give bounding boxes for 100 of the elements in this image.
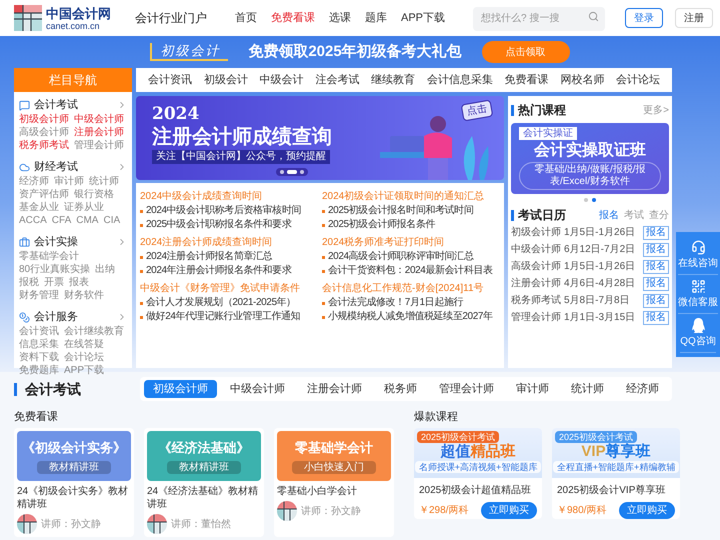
course-card[interactable]: 零基础学会计 小白快速入门 零基础小白学会计 讲师：孙文静 xyxy=(274,428,394,537)
signup-link[interactable]: 报名 xyxy=(643,226,669,240)
news-link[interactable]: 会计法完成修改！7月1日起施行 xyxy=(328,296,464,310)
subsection-title[interactable]: 免费看课 xyxy=(14,408,394,426)
category-link[interactable]: 资料下载 xyxy=(19,351,59,364)
claim-button[interactable]: 点击领取 xyxy=(482,41,570,63)
category-link[interactable]: 免费题库 xyxy=(19,364,59,377)
category-link[interactable]: 银行资格 xyxy=(74,188,114,201)
news-link[interactable]: 2025中级会计职称报名条件和要求 xyxy=(146,218,292,232)
nav-link[interactable]: 题库 xyxy=(365,10,387,26)
service-label[interactable]: 微信客服 xyxy=(678,296,718,309)
channel-tab[interactable]: 会计论坛 xyxy=(616,72,660,88)
news-link[interactable]: 小规模纳税人减免增值税延续至2027年 xyxy=(328,310,493,324)
click-tag[interactable]: 点击 xyxy=(460,100,494,122)
category-link[interactable]: 会计论坛 xyxy=(64,351,104,364)
news-heading[interactable]: 2024初级会计证领取时间的通知汇总 xyxy=(322,189,500,204)
section-title[interactable]: 会计考试 xyxy=(34,96,78,114)
exam-tab[interactable]: 初级会计师 xyxy=(144,380,217,398)
calendar-tab[interactable]: 报名 xyxy=(599,208,619,222)
channel-tab[interactable]: 初级会计 xyxy=(204,72,248,88)
news-link[interactable]: 2024年注册会计师报名条件和要求 xyxy=(146,264,292,278)
category-link[interactable]: 经济师 xyxy=(19,175,49,188)
category-link[interactable]: 基金从业 xyxy=(19,201,59,214)
category-link[interactable]: CIA xyxy=(103,214,120,227)
nav-link[interactable]: APP下载 xyxy=(401,10,446,26)
category-link[interactable]: 统计师 xyxy=(89,175,119,188)
news-link[interactable]: 2024注册会计师报名简章汇总 xyxy=(146,250,272,264)
news-link[interactable]: 2024高级会计师职称评审时间汇总 xyxy=(328,250,474,264)
course-card[interactable]: 2025初级会计考试 VIP尊享班 全程直播+智能题库+精编教辅 2025初级会计VIP尊享班 ￥980/两科 立即购买 xyxy=(552,428,680,519)
category-link[interactable]: 会计资讯 xyxy=(19,325,59,338)
category-link[interactable]: 高级会计师 xyxy=(19,126,69,139)
section-title[interactable]: 会计实操 xyxy=(34,234,78,250)
news-heading[interactable]: 2024注册会计师成绩查询时间 xyxy=(140,235,318,250)
exam-tab[interactable]: 统计师 xyxy=(562,380,613,398)
exam-tab[interactable]: 税务师 xyxy=(375,380,426,398)
news-link[interactable]: 2024中级会计职称考后资格审核时间 xyxy=(146,204,302,218)
buy-button[interactable]: 立即购买 xyxy=(481,502,537,519)
signup-link[interactable]: 报名 xyxy=(643,260,669,274)
signup-link[interactable]: 报名 xyxy=(643,310,669,324)
more-link[interactable]: 更多> xyxy=(643,102,669,118)
category-link[interactable]: 信息采集 xyxy=(19,338,59,351)
promo-banner[interactable]: 初级会计 免费领取2025年初级备考大礼包 点击领取 xyxy=(14,36,706,68)
category-link[interactable]: 财务软件 xyxy=(64,289,104,302)
course-banner[interactable]: 会计实操证 会计实操取证班 零基础/出纳/做账/报税/报表/Excel/财务软件 xyxy=(511,123,669,194)
search-icon[interactable] xyxy=(588,11,600,22)
calendar-tab[interactable]: 查分 xyxy=(649,208,669,222)
nav-link[interactable]: 选课 xyxy=(329,10,351,26)
category-link[interactable]: 审计师 xyxy=(54,175,84,188)
category-link[interactable]: 出纳 xyxy=(95,263,116,276)
category-link[interactable]: 证券从业 xyxy=(64,201,104,214)
news-heading[interactable]: 2024中级会计成绩查询时间 xyxy=(140,189,318,204)
exam-tab[interactable]: 中级会计师 xyxy=(221,380,294,398)
category-link[interactable]: APP下载 xyxy=(64,364,104,377)
buy-button[interactable]: 立即购买 xyxy=(619,502,675,519)
category-link[interactable]: 报表 xyxy=(69,276,89,289)
calendar-tab[interactable]: 考试 xyxy=(624,208,644,222)
headset-icon[interactable] xyxy=(690,240,706,255)
channel-tab[interactable]: 中级会计 xyxy=(260,72,304,88)
news-link[interactable]: 做好24年代理记账行业管理工作通知 xyxy=(146,310,300,324)
exam-tab[interactable]: 审计师 xyxy=(507,380,558,398)
category-link[interactable]: 开票 xyxy=(44,276,64,289)
news-link[interactable]: 会计干货资料包：2024最新会计科目表 xyxy=(328,264,493,278)
category-link[interactable]: 中级会计师 xyxy=(74,113,124,126)
category-link[interactable]: 税务师考试 xyxy=(19,139,69,152)
category-link[interactable]: 80行业真账实操 xyxy=(19,263,90,276)
category-link[interactable]: 管理会计师 xyxy=(74,139,124,152)
channel-tab[interactable]: 免费看课 xyxy=(504,72,548,88)
news-link[interactable]: 2025初级会计报名时间和考试时间 xyxy=(328,204,474,218)
signup-link[interactable]: 报名 xyxy=(643,242,669,256)
penguin-icon[interactable] xyxy=(690,318,706,333)
category-link[interactable]: CMA xyxy=(76,214,98,227)
category-link[interactable]: 零基础学会计 xyxy=(19,250,79,263)
service-label[interactable]: 在线咨询 xyxy=(678,257,718,270)
course-card[interactable]: 《初级会计实务》 教材精讲班 24《初级会计实务》教材精讲班 讲师：孙文静 xyxy=(14,428,134,537)
service-label[interactable]: QQ咨询 xyxy=(680,335,716,348)
login-button[interactable]: 登录 xyxy=(625,8,664,28)
category-link[interactable]: 初级会计师 xyxy=(19,113,69,126)
news-link[interactable]: 2025初级会计师报名条件 xyxy=(328,218,436,232)
news-heading[interactable]: 中级会计《财务管理》免试申请条件 xyxy=(140,281,318,296)
exam-tab[interactable]: 注册会计师 xyxy=(298,380,371,398)
section-title[interactable]: 财经考试 xyxy=(34,158,78,176)
signup-link[interactable]: 报名 xyxy=(643,276,669,290)
category-link[interactable]: 在线答疑 xyxy=(64,338,104,351)
category-link[interactable]: 会计继续教育 xyxy=(64,325,124,338)
signup-link[interactable]: 报名 xyxy=(643,294,669,308)
channel-tab[interactable]: 继续教育 xyxy=(371,72,415,88)
news-heading[interactable]: 2024税务师准考证打印时间 xyxy=(322,235,500,250)
exam-tab[interactable]: 经济师 xyxy=(617,380,668,398)
news-heading[interactable]: 会计信息化工作规范-财会[2024]11号 xyxy=(322,281,500,296)
carousel-banner[interactable]: 2024 注册会计师成绩查询 关注【中国会计网】公众号，预约提醒 点击 xyxy=(136,96,504,180)
register-button[interactable]: 注册 xyxy=(675,8,714,28)
news-link[interactable]: 会计人才发展规划（2021-2025年） xyxy=(146,296,296,310)
exam-tab[interactable]: 管理会计师 xyxy=(430,380,503,398)
category-link[interactable]: 报税 xyxy=(19,276,39,289)
course-card[interactable]: 《经济法基础》 教材精讲班 24《经济法基础》教材精讲班 讲师：董怡然 xyxy=(144,428,264,537)
channel-tab[interactable]: 会计资讯 xyxy=(148,72,192,88)
category-link[interactable]: 财务管理 xyxy=(19,289,59,302)
nav-link[interactable]: 首页 xyxy=(235,10,257,26)
channel-tab[interactable]: 注会考试 xyxy=(315,72,360,88)
course-card[interactable]: 2025初级会计考试 超值精品班 名师授课+高清视频+智能题库 2025初级会计超值精品班 ￥298/两科 立即购买 xyxy=(414,428,542,519)
